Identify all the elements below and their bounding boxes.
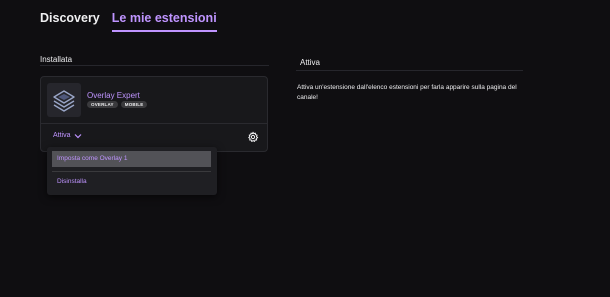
status-dropdown[interactable]: Attiva [53,132,82,139]
status-dropdown-menu: Imposta come Overlay 1 Disinstalla [47,147,217,195]
tab-discovery[interactable]: Discovery [40,11,100,32]
active-description: Attiva un'estensione dall'elenco estensi… [297,84,517,101]
badge-mobile: MOBILE [120,101,148,108]
extension-card-header: Overlay Expert OVERLAY MOBILE [41,77,267,124]
installed-heading: Installata [40,55,73,64]
tab-my-extensions[interactable]: Le mie estensioni [111,11,217,32]
menu-item-uninstall[interactable]: Disinstalla [57,176,87,188]
gear-icon[interactable] [247,131,259,143]
active-heading: Attiva [300,58,321,67]
status-label: Attiva [53,132,71,139]
extension-card: Overlay Expert OVERLAY MOBILE Attiva [40,76,268,152]
active-divider [296,70,523,71]
menu-divider [52,171,211,172]
extensions-page: Discovery Le mie estensioni Installata A… [0,0,610,297]
tab-bar: Discovery Le mie estensioni [40,11,217,32]
extension-badges: OVERLAY MOBILE [87,101,148,108]
badge-overlay: OVERLAY [87,101,118,108]
menu-item-set-overlay[interactable]: Imposta come Overlay 1 [52,151,211,167]
chevron-down-icon [74,133,82,139]
overlay-expert-layers-icon[interactable] [47,83,81,117]
extension-name-link[interactable]: Overlay Expert [87,91,140,100]
installed-divider [40,65,269,66]
